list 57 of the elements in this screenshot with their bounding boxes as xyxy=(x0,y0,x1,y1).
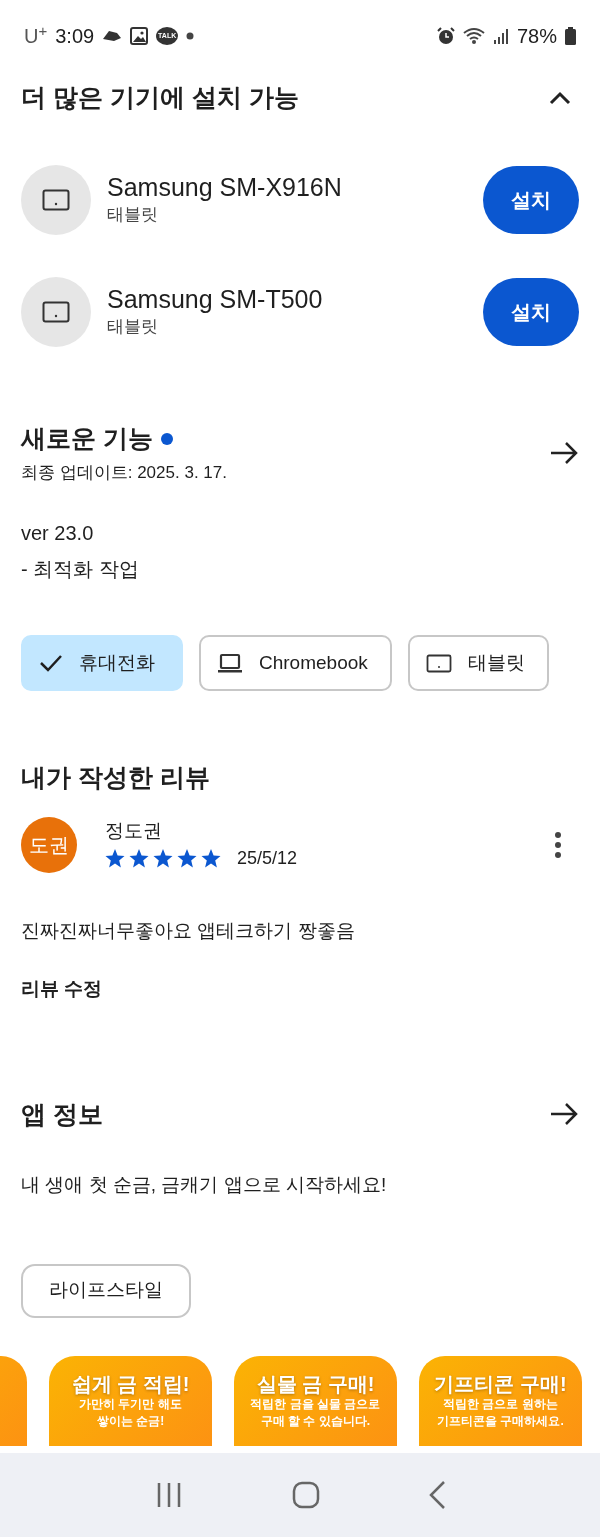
section-title: 새로운 기능 xyxy=(21,423,153,454)
section-title: 앱 정보 xyxy=(21,1098,103,1130)
new-dot-icon xyxy=(160,432,173,445)
star-icon xyxy=(153,849,173,869)
battery-icon xyxy=(565,27,576,45)
review-text: 진짜진짜너무좋아요 앱테크하기 짱좋음 xyxy=(20,918,356,943)
home-icon[interactable] xyxy=(292,1481,320,1509)
star-icon xyxy=(177,849,197,869)
device-filter-chip[interactable]: 휴대전화 xyxy=(21,635,183,691)
reviewer-name: 정도권 xyxy=(105,818,163,843)
collapse-icon[interactable] xyxy=(549,91,571,105)
screenshot-title: 기프티콘 구매! xyxy=(433,1371,568,1396)
screenshot-title: 실물 금 구매! xyxy=(255,1371,376,1396)
device-type: 태블릿 xyxy=(107,316,159,339)
image-icon xyxy=(130,27,149,45)
signal-icon xyxy=(492,27,509,45)
update-date: 최종 업데이트: 2025. 3. 17. xyxy=(21,461,227,484)
screenshot-caption: 구매 할 수 있습니다. xyxy=(259,1412,372,1430)
star-icon xyxy=(201,849,221,869)
laptop-icon xyxy=(217,652,243,674)
battery-percentage: 78% xyxy=(516,24,557,49)
clock-time: 3:09 xyxy=(55,24,95,49)
device-filter-chip[interactable]: Chromebook xyxy=(199,635,392,691)
dot-icon xyxy=(186,32,195,40)
device-filter-chip[interactable]: 태블릿 xyxy=(407,635,549,691)
screenshot-caption: 적립한 금으로 원하는 xyxy=(442,1395,559,1413)
install-button[interactable]: 설치 xyxy=(483,278,579,346)
install-button[interactable]: 설치 xyxy=(483,166,579,234)
section-title: 더 많은 기기에 설치 가능 xyxy=(21,82,299,114)
screenshot-title: 쉽게 금 적립! xyxy=(70,1371,191,1396)
screenshot-caption: 적립한 금을 실물 금으로 xyxy=(249,1395,382,1413)
tablet-icon xyxy=(425,652,452,674)
more-options-icon[interactable] xyxy=(554,830,562,859)
release-note-line: ver 23.0 xyxy=(21,521,95,546)
device-name: Samsung SM-T500 xyxy=(107,284,323,315)
tablet-icon xyxy=(42,189,70,211)
device-name: Samsung SM-X916N xyxy=(107,172,342,203)
category-chip[interactable]: 라이프스타일 xyxy=(21,1263,191,1318)
release-note-line: - 최적화 작업 xyxy=(21,557,140,582)
wifi-icon xyxy=(462,27,485,45)
section-title: 내가 작성한 리뷰 xyxy=(20,762,211,793)
edit-review-link[interactable]: 리뷰 수정 xyxy=(21,975,103,1004)
star-icon xyxy=(129,849,149,869)
screenshot-caption: 기프티콘을 구매하세요. xyxy=(436,1412,565,1430)
arrow-right-icon[interactable] xyxy=(549,1102,579,1127)
star-icon xyxy=(105,849,125,869)
arrow-right-icon[interactable] xyxy=(549,440,579,465)
review-date: 25/5/12 xyxy=(237,847,298,871)
back-icon[interactable] xyxy=(428,1480,446,1510)
screenshot-caption: 쌓이는 순금! xyxy=(95,1412,166,1430)
reviewer-avatar: 도권 xyxy=(21,816,77,873)
alarm-icon xyxy=(436,27,455,45)
device-type: 태블릿 xyxy=(107,204,159,227)
tablet-icon xyxy=(42,301,70,323)
screenshot-caption: 가만히 두기만 해도 xyxy=(78,1395,183,1413)
carrier-label: U$^{+}$ xyxy=(24,21,48,49)
app-description: 내 생애 첫 순금, 금캐기 앱으로 시작하세요! xyxy=(20,1173,388,1197)
